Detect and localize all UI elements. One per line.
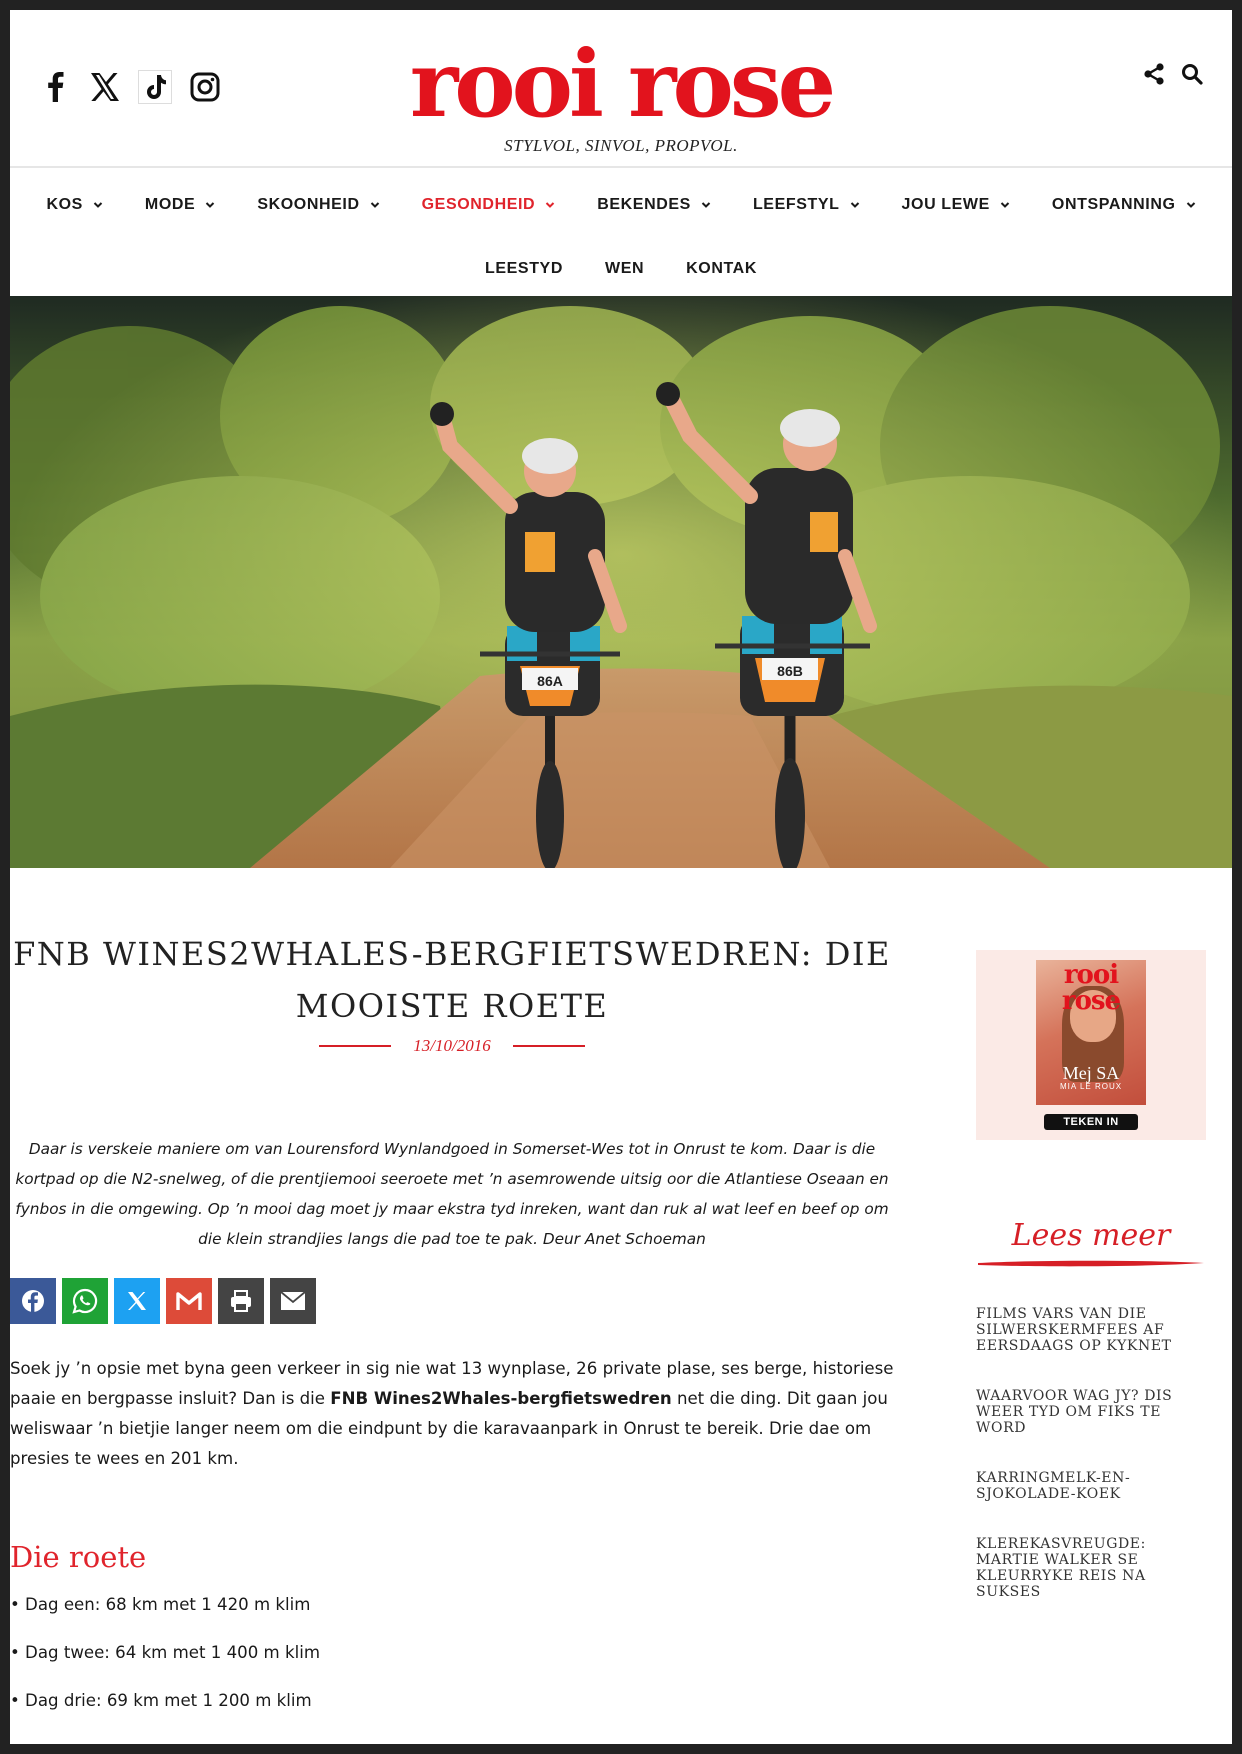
- nav-row-secondary: LEESTYD WEN KONTAK: [10, 240, 1232, 298]
- search-icon[interactable]: [1180, 62, 1204, 86]
- nav-row-primary: KOS MODE SKOONHEID GESONDHEID BEKENDES L…: [10, 176, 1232, 234]
- print-icon: [231, 1290, 251, 1312]
- nav-item-kontak[interactable]: KONTAK: [686, 260, 757, 278]
- nav-item-skoonheid[interactable]: SKOONHEID: [257, 196, 379, 214]
- cyclists-photo: 86A 86B: [10, 296, 1232, 868]
- bib-left: 86A: [537, 673, 563, 689]
- related-articles: FILMS VARS VAN DIE SILWERSKERMFEES AF EE…: [976, 1306, 1206, 1600]
- chevron-down-icon: [850, 202, 859, 208]
- header-divider: [10, 166, 1232, 168]
- share-print-button[interactable]: [218, 1278, 264, 1324]
- share-x-button[interactable]: [114, 1278, 160, 1324]
- share-icon[interactable]: [1142, 62, 1166, 86]
- gmail-icon: [176, 1292, 202, 1310]
- nav-item-wen[interactable]: WEN: [605, 260, 644, 278]
- header-tools: [1142, 62, 1204, 86]
- list-item: • Dag een: 68 km met 1 420 m klim: [10, 1595, 311, 1614]
- magazine-cover[interactable]: rooi rose Mej SA MIA LE ROUX: [1036, 960, 1146, 1105]
- nav-item-mode[interactable]: MODE: [145, 196, 215, 214]
- nav-item-gesondheid[interactable]: GESONDHEID: [422, 196, 556, 214]
- chevron-down-icon: [1186, 202, 1195, 208]
- article-date: 13/10/2016: [413, 1036, 491, 1055]
- nav-item-kos[interactable]: KOS: [46, 196, 103, 214]
- nav-item-jou-lewe[interactable]: JOU LEWE: [902, 196, 1010, 214]
- brush-underline: [978, 1260, 1204, 1267]
- nav-label: GESONDHEID: [421, 196, 536, 213]
- page: rooi rose STYLVOL, SINVOL, PROPVOL. KOS …: [10, 10, 1232, 1744]
- hero-image: 86A 86B: [10, 296, 1232, 868]
- article-intro: Daar is verskeie maniere om van Lourensf…: [15, 1140, 889, 1248]
- nav-item-leestyd[interactable]: LEESTYD: [485, 260, 563, 278]
- cover-logo: rooi rose: [1061, 960, 1121, 1016]
- site-logo[interactable]: rooi rose: [10, 38, 1232, 130]
- cover-subline: MIA LE ROUX: [1059, 1082, 1123, 1091]
- chevron-down-icon: [1000, 202, 1010, 208]
- site-tagline: STYLVOL, SINVOL, PROPVOL.: [504, 136, 738, 155]
- chevron-down-icon: [93, 202, 103, 208]
- list-item: • Dag drie: 69 km met 1 200 m klim: [10, 1691, 312, 1710]
- site-header: rooi rose STYLVOL, SINVOL, PROPVOL.: [10, 10, 1232, 166]
- list-item: • Dag twee: 64 km met 1 400 m klim: [10, 1643, 320, 1662]
- nav-label: KONTAK: [686, 260, 757, 277]
- email-icon: [280, 1291, 306, 1310]
- body-race-name: FNB Wines2Whales-bergfietswedren: [330, 1389, 672, 1408]
- article-body-paragraph: Soek jy ’n opsie met byna geen verkeer i…: [10, 1354, 894, 1474]
- nav-label: BEKENDES: [597, 196, 691, 213]
- nav-item-bekendes[interactable]: BEKENDES: [597, 196, 711, 214]
- related-article-link[interactable]: KLEREKASVREUGDE: MARTIE WALKER SE KLEURR…: [976, 1536, 1206, 1600]
- article-title: FNB WINES2WHALES-BERGFIETSWEDREN: DIE MO…: [13, 935, 891, 1025]
- chevron-down-icon: [546, 202, 555, 208]
- related-article-link[interactable]: FILMS VARS VAN DIE SILWERSKERMFEES AF EE…: [976, 1306, 1206, 1354]
- route-list: • Dag een: 68 km met 1 420 m klim • Dag …: [10, 1590, 894, 1716]
- magazine-subscribe-widget[interactable]: rooi rose Mej SA MIA LE ROUX TEKEN IN: [976, 950, 1206, 1140]
- nav-label: LEESTYD: [485, 260, 563, 277]
- nav-item-ontspanning[interactable]: ONTSPANNING: [1052, 196, 1196, 214]
- chevron-down-icon: [370, 202, 379, 208]
- whatsapp-icon: [72, 1288, 98, 1314]
- cover-headline: Mej SA: [1062, 1063, 1120, 1083]
- share-gmail-button[interactable]: [166, 1278, 212, 1324]
- main-nav: KOS MODE SKOONHEID GESONDHEID BEKENDES L…: [10, 170, 1232, 306]
- share-whatsapp-button[interactable]: [62, 1278, 108, 1324]
- nav-label: JOU LEWE: [901, 196, 990, 213]
- nav-label: ONTSPANNING: [1051, 196, 1176, 213]
- article: FNB WINES2WHALES-BERGFIETSWEDREN: DIE MO…: [10, 868, 894, 1734]
- nav-label: SKOONHEID: [257, 196, 360, 213]
- share-facebook-button[interactable]: [10, 1278, 56, 1324]
- chevron-down-icon: [701, 202, 711, 208]
- article-date-row: 13/10/2016: [10, 1036, 894, 1056]
- section-heading: Die roete: [10, 1540, 147, 1574]
- nav-label: LEEFSTYL: [752, 196, 840, 213]
- share-bar: [10, 1278, 894, 1324]
- related-article-link[interactable]: WAARVOOR WAG JY? DIS WEER TYD OM FIKS TE…: [976, 1388, 1206, 1436]
- nav-label: MODE: [144, 196, 196, 213]
- bib-right: 86B: [777, 663, 803, 679]
- chevron-down-icon: [206, 202, 215, 208]
- nav-label: WEN: [605, 260, 645, 277]
- sidebar: rooi rose Mej SA MIA LE ROUX TEKEN IN Le…: [976, 950, 1206, 1634]
- nav-label: KOS: [46, 196, 83, 213]
- nav-item-leefstyl[interactable]: LEEFSTYL: [753, 196, 860, 214]
- brand: rooi rose STYLVOL, SINVOL, PROPVOL.: [10, 38, 1232, 156]
- lees-meer-heading: Lees meer: [1011, 1218, 1171, 1253]
- related-article-link[interactable]: KARRINGMELK-EN-SJOKOLADE-KOEK: [976, 1470, 1206, 1502]
- share-email-button[interactable]: [270, 1278, 316, 1324]
- subscribe-button[interactable]: TEKEN IN: [1044, 1114, 1138, 1130]
- date-rule-right: [512, 1045, 585, 1047]
- x-icon: [128, 1292, 146, 1310]
- date-rule-left: [319, 1045, 392, 1047]
- facebook-icon: [22, 1290, 44, 1312]
